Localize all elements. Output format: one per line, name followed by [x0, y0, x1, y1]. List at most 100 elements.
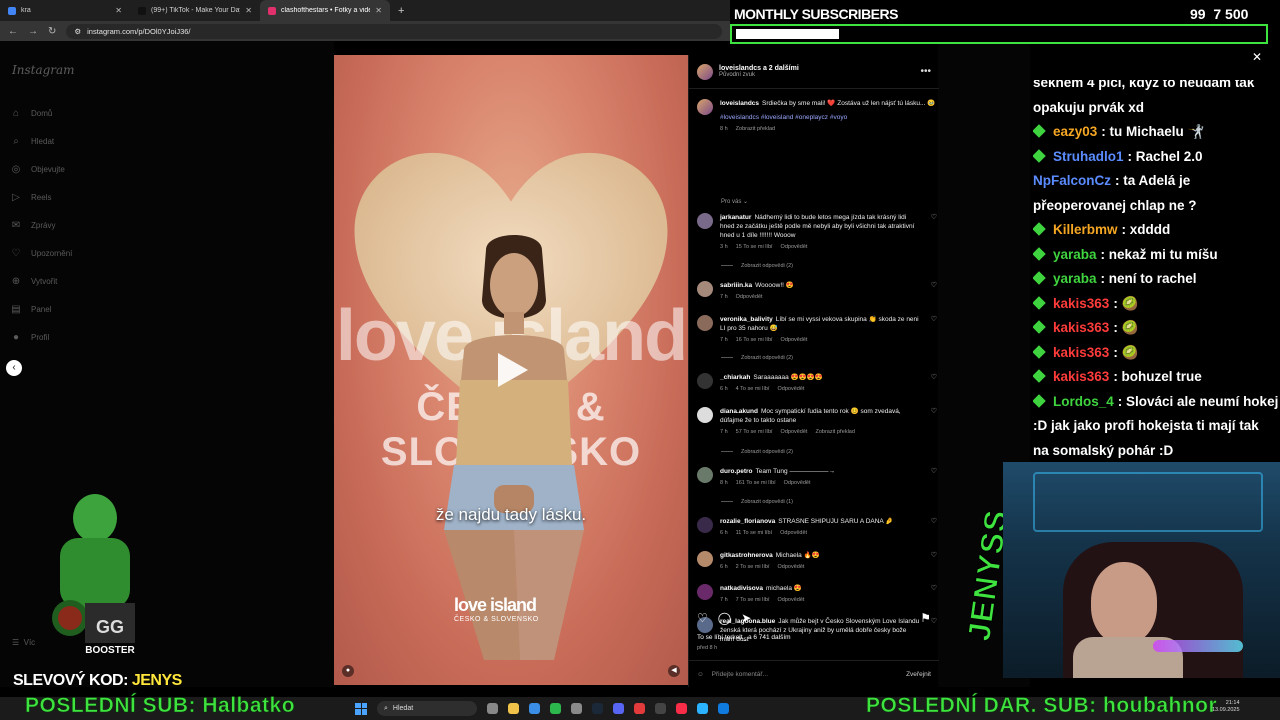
avatar[interactable]: [697, 213, 713, 229]
nav-item[interactable]: ⌂ Domů: [10, 99, 72, 127]
chat-username[interactable]: Lordos_4: [1053, 394, 1114, 409]
comment-icon[interactable]: ◯: [718, 611, 731, 625]
like-comment-icon[interactable]: ♡: [927, 584, 937, 605]
comment-likes[interactable]: 16 To se mi líbí: [736, 336, 773, 345]
site-info-icon[interactable]: ⚙: [74, 27, 81, 36]
reel-video[interactable]: love island ČESKO & SLOVENSKO že najdu t…: [334, 55, 688, 685]
browser-tab[interactable]: clashofthestars • Fotky a videa ✕: [260, 0, 390, 21]
reply-button[interactable]: Odpovědět: [781, 428, 808, 437]
comment-user[interactable]: natkadivisova: [720, 585, 763, 592]
likes-count[interactable]: To se líbí terkelt_ a 6 741 dalším: [697, 634, 791, 641]
comment-user[interactable]: gitkastrohnerova: [720, 552, 773, 559]
steam-icon[interactable]: [592, 703, 603, 714]
chat-username[interactable]: yaraba: [1053, 271, 1097, 286]
like-comment-icon[interactable]: ♡: [927, 281, 937, 302]
chat-username[interactable]: NpFalconCz: [1033, 173, 1111, 188]
view-replies-link[interactable]: Zobrazit odpovědi (1): [721, 499, 793, 505]
comment-user[interactable]: diana.akund: [720, 408, 758, 415]
xbox-icon[interactable]: [550, 703, 561, 714]
taskbar-search[interactable]: ⌕ Hledat: [377, 701, 477, 716]
task-view-icon[interactable]: [487, 703, 498, 714]
comment-input[interactable]: Přidejte komentář...: [712, 671, 768, 678]
post-audio[interactable]: Původní zvuk: [719, 72, 799, 78]
avatar[interactable]: [697, 281, 713, 297]
reply-button[interactable]: Odpovědět: [778, 385, 805, 394]
share-icon[interactable]: ➤: [741, 611, 751, 625]
app-icon[interactable]: [697, 703, 708, 714]
discord-icon[interactable]: [613, 703, 624, 714]
forward-icon[interactable]: →: [28, 26, 38, 37]
translate-link[interactable]: Zobrazit překlad: [815, 428, 854, 437]
settings-icon[interactable]: [571, 703, 582, 714]
chat-username[interactable]: kakis363: [1053, 369, 1109, 384]
more-options-icon[interactable]: •••: [920, 66, 931, 77]
avatar[interactable]: [697, 467, 713, 483]
nav-item[interactable]: ✉ Zprávy: [10, 211, 72, 239]
user-tag-icon[interactable]: ●: [342, 665, 354, 677]
play-icon[interactable]: [498, 353, 528, 387]
reply-button[interactable]: Odpovědět: [778, 596, 805, 605]
nav-item[interactable]: ▤ Panel: [10, 295, 72, 323]
reply-button[interactable]: Odpovědět: [778, 563, 805, 572]
windows-start-icon[interactable]: [355, 702, 367, 715]
comment-likes[interactable]: 7 To se mi líbí: [736, 596, 770, 605]
comment-likes[interactable]: 11 To se mi líbí: [736, 529, 772, 538]
view-replies-link[interactable]: Zobrazit odpovědi (2): [721, 355, 793, 361]
like-comment-icon[interactable]: ♡: [927, 467, 937, 488]
nav-item[interactable]: ◎ Objevujte: [10, 155, 72, 183]
chat-username[interactable]: kakis363: [1053, 345, 1109, 360]
comment-likes[interactable]: 161 To se mi líbí: [736, 479, 776, 488]
browser-tab[interactable]: kra ✕: [0, 0, 130, 21]
comment-user[interactable]: rozalie_florianova: [720, 518, 775, 525]
comment-user[interactable]: jarkanatur: [720, 214, 751, 221]
comment-user[interactable]: duro.petro: [720, 468, 753, 475]
new-tab-icon[interactable]: +: [390, 5, 412, 17]
chat-username[interactable]: kakis363: [1053, 320, 1109, 335]
emoji-icon[interactable]: ☺: [697, 671, 704, 678]
chat-username[interactable]: eazy03: [1053, 124, 1097, 139]
close-tab-icon[interactable]: ✕: [115, 6, 122, 15]
obs-icon[interactable]: [655, 703, 666, 714]
avatar[interactable]: [697, 373, 713, 389]
translate-link[interactable]: Zobrazit překlad: [736, 125, 775, 134]
comment-likes[interactable]: 4 To se mi líbí: [736, 385, 770, 394]
comment-likes[interactable]: 57 To se mi líbí: [736, 428, 773, 437]
avatar[interactable]: [697, 315, 713, 331]
system-clock[interactable]: 21:14 13.09.2025: [1212, 700, 1240, 714]
close-tab-icon[interactable]: ✕: [245, 6, 252, 15]
reload-icon[interactable]: ↻: [48, 26, 56, 37]
like-comment-icon[interactable]: ♡: [927, 315, 937, 345]
like-comment-icon[interactable]: ♡: [927, 517, 937, 538]
store-icon[interactable]: [529, 703, 540, 714]
back-icon[interactable]: ←: [8, 26, 18, 37]
avatar[interactable]: [697, 551, 713, 567]
for-you-toggle[interactable]: Pro vás ⌄: [721, 198, 748, 205]
reply-button[interactable]: Odpovědět: [780, 529, 807, 538]
music-icon[interactable]: [676, 703, 687, 714]
like-icon[interactable]: ♡: [697, 611, 708, 625]
avatar[interactable]: [697, 584, 713, 600]
nav-item[interactable]: ♡ Upozornění: [10, 239, 73, 267]
file-explorer-icon[interactable]: [508, 703, 519, 714]
chat-username[interactable]: Struhadlo1: [1053, 149, 1124, 164]
browser-tab[interactable]: (99+) TikTok - Make Your Day ✕: [130, 0, 260, 21]
chat-username[interactable]: kakis363: [1053, 296, 1109, 311]
edge-icon[interactable]: [718, 703, 729, 714]
chat-username[interactable]: Killerbmw: [1053, 222, 1118, 237]
reply-button[interactable]: Odpovědět: [781, 243, 808, 252]
comment-user[interactable]: sabriiin.ka: [720, 282, 752, 289]
view-replies-link[interactable]: Zobrazit odpovědi (2): [721, 449, 793, 455]
mute-icon[interactable]: ◀: [668, 665, 680, 677]
view-replies-link[interactable]: Zobrazit odpovědi (2): [721, 263, 793, 269]
opera-icon[interactable]: [634, 703, 645, 714]
avatar[interactable]: [697, 517, 713, 533]
like-comment-icon[interactable]: ♡: [927, 373, 937, 394]
previous-post-button[interactable]: ‹: [6, 360, 22, 376]
instagram-logo[interactable]: Instagram: [12, 63, 75, 77]
bookmark-icon[interactable]: ⚑: [920, 611, 931, 625]
post-author[interactable]: loveislandcs a 2 dalšími: [719, 65, 799, 72]
post-comment-button[interactable]: Zveřejnit: [906, 671, 931, 678]
close-tab-icon[interactable]: ✕: [375, 6, 382, 15]
like-comment-icon[interactable]: ♡: [927, 407, 937, 437]
comment-user[interactable]: _chiarkah: [720, 374, 750, 381]
